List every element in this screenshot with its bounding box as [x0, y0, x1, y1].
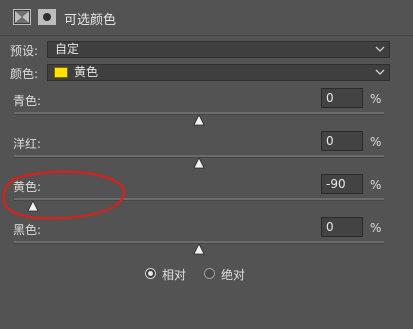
cyan-value-field[interactable]: 0: [321, 88, 363, 108]
colors-label: 颜色:: [10, 67, 39, 81]
absolute-radio[interactable]: [204, 268, 215, 279]
selective-color-adjustment-icon[interactable]: [13, 9, 31, 25]
yellow-slider-thumb[interactable]: [26, 201, 39, 212]
preset-value: 自定: [55, 42, 80, 56]
mask-dot: [43, 13, 51, 21]
yellow-value-field[interactable]: -90: [321, 174, 363, 194]
header-divider: [0, 35, 413, 36]
magenta-label: 洋红:: [13, 137, 42, 151]
chevron-down-icon: [375, 69, 385, 75]
relative-radio[interactable]: [145, 268, 156, 279]
chevron-down-icon: [375, 46, 385, 52]
magenta-value-field[interactable]: 0: [321, 131, 363, 151]
relative-label: 相对: [162, 268, 187, 282]
preset-dropdown[interactable]: 自定: [47, 41, 390, 58]
absolute-label: 绝对: [221, 268, 246, 282]
yellow-label: 黄色:: [13, 180, 42, 194]
colors-dropdown[interactable]: 黄色: [47, 64, 390, 81]
panel-title: 可选颜色: [64, 13, 117, 28]
black-slider-thumb[interactable]: [193, 244, 205, 255]
cyan-label: 青色:: [13, 94, 42, 108]
black-value-field[interactable]: 0: [321, 217, 363, 237]
yellow-slider-track[interactable]: [14, 198, 384, 201]
yellow-percent: %: [370, 178, 382, 192]
color-swatch: [54, 67, 68, 78]
layer-mask-icon[interactable]: [38, 9, 56, 25]
black-percent: %: [370, 221, 382, 235]
magenta-percent: %: [370, 135, 382, 149]
magenta-slider-thumb[interactable]: [193, 158, 205, 169]
cyan-percent: %: [370, 92, 382, 106]
properties-panel-header: 可选颜色: [0, 0, 413, 34]
colors-value: 黄色: [74, 65, 99, 79]
black-label: 黑色:: [13, 223, 42, 237]
preset-label: 预设:: [10, 44, 39, 58]
cyan-slider-thumb[interactable]: [193, 115, 205, 126]
